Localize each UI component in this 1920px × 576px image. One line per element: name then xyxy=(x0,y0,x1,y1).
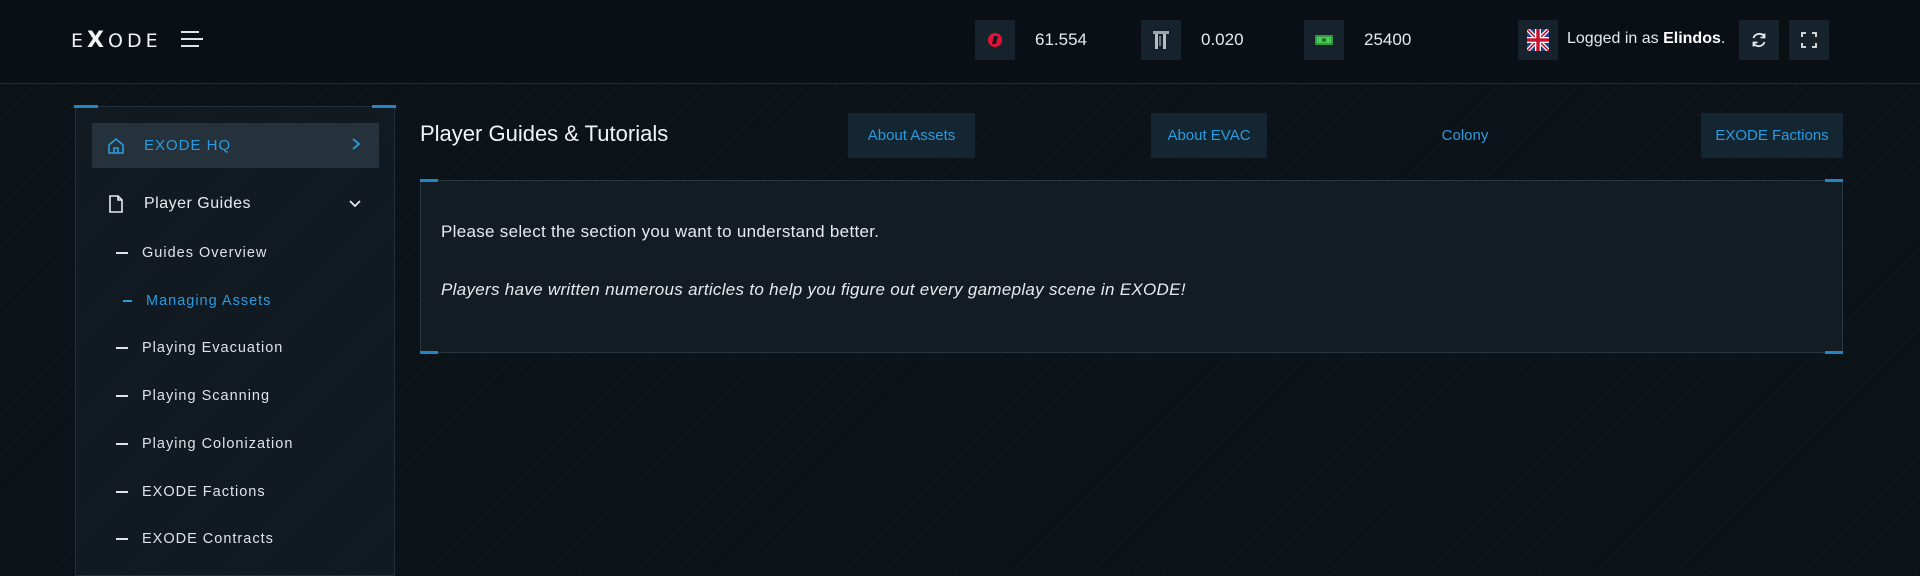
tab-about-assets[interactable]: About Assets xyxy=(848,113,975,158)
document-icon xyxy=(109,195,123,213)
tab-colony[interactable]: Colony xyxy=(1429,113,1501,158)
subitem-label: Playing Evacuation xyxy=(142,340,284,356)
sidebar-item-player-guides[interactable]: Player Guides xyxy=(92,182,379,226)
panel-intro-text: Please select the section you want to un… xyxy=(441,222,880,241)
exode-logo[interactable]: EXODE xyxy=(71,28,162,53)
hive-value: 61.554 xyxy=(1035,30,1087,49)
cash-balance: 25400 xyxy=(1304,20,1411,60)
evac-balance: 0.020 xyxy=(1141,20,1244,60)
hive-balance: 61.554 xyxy=(975,20,1087,60)
info-panel: Please select the section you want to un… xyxy=(420,179,1843,354)
logo-letter-e: E xyxy=(71,30,88,52)
username: Elindos xyxy=(1663,30,1721,47)
subitem-label: Guides Overview xyxy=(142,245,268,261)
sidebar-item-label: Player Guides xyxy=(144,195,251,212)
sidebar-subitem-playing-scanning[interactable]: Playing Scanning xyxy=(116,384,270,408)
logo-letters-ode: ODE xyxy=(107,30,162,52)
cash-icon xyxy=(1304,20,1344,60)
sidebar: EXODE HQ Player Guides Guides Overview M… xyxy=(74,105,396,576)
sidebar-subitem-playing-colonization[interactable]: Playing Colonization xyxy=(116,432,293,456)
panel-corner-accent xyxy=(420,179,438,182)
dash-icon xyxy=(116,347,128,349)
subitem-label: EXODE Factions xyxy=(142,484,266,500)
refresh-icon[interactable] xyxy=(1739,20,1779,60)
hive-icon xyxy=(975,20,1015,60)
subitem-label: Playing Scanning xyxy=(142,388,271,404)
chevron-down-icon xyxy=(349,196,361,214)
sidebar-subitem-managing-assets[interactable]: Managing Assets xyxy=(123,289,271,313)
top-bar: EXODE 61.554 0.020 25400 Logged in as El… xyxy=(0,0,1920,84)
chevron-right-icon xyxy=(351,137,361,153)
sidebar-item-label: EXODE HQ xyxy=(144,137,232,154)
username-suffix: . xyxy=(1720,30,1726,47)
dash-icon xyxy=(116,538,128,540)
tab-about-evac[interactable]: About EVAC xyxy=(1151,113,1267,158)
home-icon xyxy=(108,137,124,154)
dash-icon xyxy=(116,491,128,493)
sidebar-subitem-exode-contracts[interactable]: EXODE Contracts xyxy=(116,527,274,551)
panel-corner-accent xyxy=(1825,351,1843,354)
fullscreen-icon[interactable] xyxy=(1789,20,1829,60)
dash-icon xyxy=(123,300,132,302)
menu-icon[interactable] xyxy=(181,31,203,51)
sidebar-subitem-exode-factions[interactable]: EXODE Factions xyxy=(116,480,266,504)
logo-letter-x: X xyxy=(87,28,108,53)
uk-flag-icon[interactable] xyxy=(1518,20,1558,60)
sidebar-subitem-guides-overview[interactable]: Guides Overview xyxy=(116,241,267,265)
tab-exode-factions[interactable]: EXODE Factions xyxy=(1701,113,1843,158)
page-title: Player Guides & Tutorials xyxy=(420,121,669,146)
login-prefix: Logged in as xyxy=(1567,30,1659,47)
cash-value: 25400 xyxy=(1364,30,1412,49)
sidebar-subitem-playing-evacuation[interactable]: Playing Evacuation xyxy=(116,336,283,360)
dash-icon xyxy=(116,443,128,445)
dash-icon xyxy=(116,252,128,254)
panel-corner-accent xyxy=(1825,179,1843,182)
subitem-label: EXODE Contracts xyxy=(142,531,274,547)
login-status: Logged in as Elindos. xyxy=(1567,30,1725,48)
evac-token-icon xyxy=(1141,20,1181,60)
panel-note-text: Players have written numerous articles t… xyxy=(441,280,1186,299)
subitem-label: Managing Assets xyxy=(146,293,272,309)
panel-corner-accent xyxy=(420,351,438,354)
evac-value: 0.020 xyxy=(1201,30,1244,49)
subitem-label: Playing Colonization xyxy=(142,436,294,452)
dash-icon xyxy=(116,395,128,397)
sidebar-item-exode-hq[interactable]: EXODE HQ xyxy=(92,123,379,168)
